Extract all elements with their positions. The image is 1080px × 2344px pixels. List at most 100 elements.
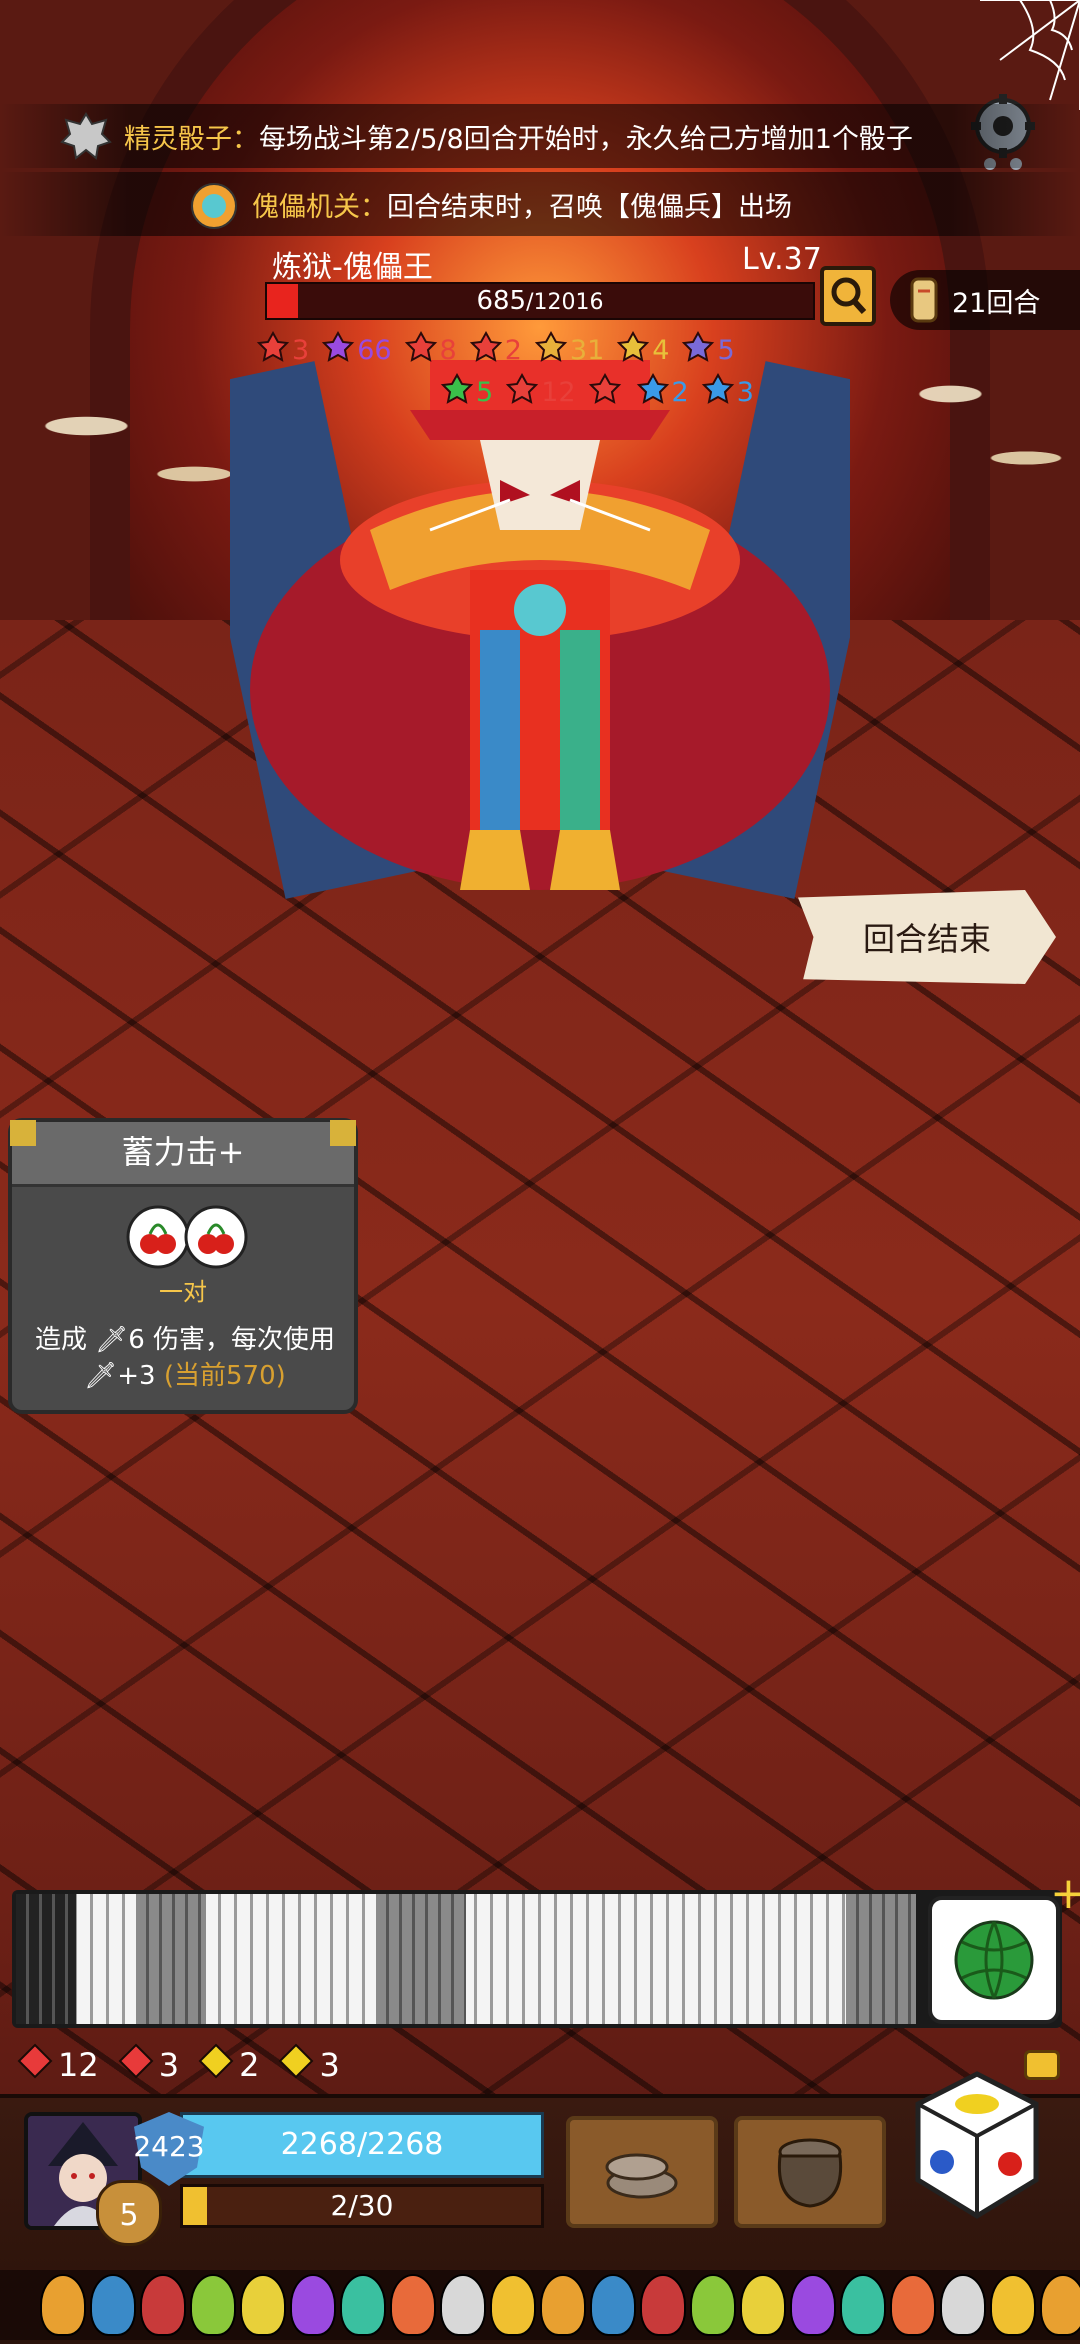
relic-icon[interactable] — [290, 2274, 336, 2336]
dice-stack[interactable] — [16, 1894, 916, 2024]
add-dice-icon[interactable]: + — [1050, 1872, 1080, 1916]
relic-icon[interactable] — [690, 2274, 736, 2336]
relic-icon[interactable] — [90, 2274, 136, 2336]
skill-desc-prefix: 造成 — [34, 1325, 87, 1355]
dice-deck-track — [12, 1890, 1062, 2028]
disabled-dice — [846, 1894, 916, 2024]
weak-icon — [616, 330, 652, 371]
status-value: 2 — [671, 377, 689, 408]
gold-bag-icon: 5 — [96, 2180, 162, 2246]
player-stat-value: 3 — [319, 2046, 340, 2084]
player-stat[interactable]: 12 — [16, 2042, 99, 2088]
puppet-king-boss[interactable] — [177, 330, 903, 940]
status-value: 3 — [292, 335, 310, 366]
spiral-icon — [440, 372, 476, 413]
boss-status-row-2: 5 12 2 3 — [440, 372, 766, 413]
relic-banner-puppet-mechanism: 傀儡机关： 回合结束时，召唤【傀儡兵】出场 — [0, 172, 1080, 236]
status-value: 3 — [736, 377, 754, 408]
relic-icon[interactable] — [740, 2274, 786, 2336]
relic-icon[interactable] — [190, 2274, 236, 2336]
relic-icon[interactable] — [890, 2274, 936, 2336]
coin-icon — [534, 330, 570, 371]
shield-heart-icon — [117, 2042, 159, 2088]
attack-icon — [16, 2042, 58, 2088]
boss-status[interactable]: 2 — [469, 330, 522, 371]
watermelon-icon — [954, 1920, 1034, 2000]
inspect-magnifier-icon[interactable] — [820, 266, 876, 326]
item-slot-pot[interactable] — [734, 2116, 886, 2228]
status-value: 2 — [504, 335, 522, 366]
skill-current: (当前570) — [163, 1361, 286, 1391]
player-stat[interactable]: 3 — [117, 2042, 179, 2088]
puppet-mechanism-icon — [186, 176, 242, 232]
scroll-icon — [910, 277, 938, 323]
fire-icon — [505, 372, 541, 413]
relic-icon[interactable] — [590, 2274, 636, 2336]
treasure-pot-icon — [777, 2138, 843, 2208]
item-slot-coins[interactable] — [566, 2116, 718, 2228]
boss-status[interactable]: 12 — [505, 372, 576, 413]
end-turn-button[interactable]: 回合结束 — [798, 890, 1056, 984]
skill-increment: +3 — [117, 1361, 156, 1391]
relic-icon[interactable] — [490, 2274, 536, 2336]
boss-status[interactable]: 3 — [701, 372, 754, 413]
status-value: 4 — [652, 335, 670, 366]
boss-status[interactable]: 5 — [440, 372, 493, 413]
relic-icon[interactable] — [540, 2274, 586, 2336]
poison-icon — [321, 330, 357, 371]
frost-skull-icon — [636, 372, 672, 413]
player-stat-value: 3 — [158, 2046, 180, 2084]
relic-icon[interactable] — [1040, 2274, 1080, 2336]
relic-inventory-bar[interactable] — [0, 2270, 1080, 2340]
boss-status[interactable]: 2 — [636, 372, 689, 413]
boss-status[interactable]: 8 — [404, 330, 457, 371]
boss-status[interactable]: 31 — [534, 330, 604, 371]
spirit-dice-icon — [58, 108, 114, 164]
boss-status[interactable]: 4 — [616, 330, 669, 371]
boss-status-row-1: 3 66 8 2 31 4 5 — [256, 330, 747, 371]
status-value: 5 — [476, 377, 494, 408]
boss-status[interactable]: 3 — [256, 330, 309, 371]
player-xp-text: 2/30 — [330, 2189, 394, 2222]
relic-icon[interactable] — [40, 2274, 86, 2336]
player-hp-text: 2268/2268 — [280, 2127, 444, 2162]
boss-status[interactable]: 5 — [681, 330, 735, 371]
boss-status[interactable] — [588, 372, 624, 413]
used-dice — [16, 1894, 76, 2024]
skill-damage: 6 伤害，每次使用 — [128, 1325, 336, 1355]
relic-icon[interactable] — [440, 2274, 486, 2336]
skill-description: 造成 🗡6 伤害，每次使用 🗡+3 (当前570) — [22, 1322, 348, 1394]
roll-dice-button[interactable] — [912, 2070, 1042, 2220]
boss-status[interactable]: 66 — [321, 330, 392, 371]
relic-icon[interactable] — [990, 2274, 1036, 2336]
relic-icon[interactable] — [340, 2274, 386, 2336]
status-value: 66 — [357, 335, 392, 366]
boss-level: Lv.37 — [742, 242, 822, 277]
player-stat[interactable]: 2 — [197, 2042, 259, 2088]
relic-icon[interactable] — [240, 2274, 286, 2336]
relic-icon[interactable] — [140, 2274, 186, 2336]
banner-label: 傀儡机关： — [252, 191, 387, 223]
relic-icon[interactable] — [840, 2274, 886, 2336]
skill-title: 蓄力击+ — [12, 1122, 354, 1187]
sword-icon: 🗡 — [84, 1361, 118, 1391]
banner-text: 每场战斗第2/5/8回合开始时，永久给己方增加1个骰子 — [259, 123, 913, 155]
status-value: 12 — [541, 377, 576, 408]
relic-icon[interactable] — [940, 2274, 986, 2336]
player-stat-value: 12 — [58, 2046, 99, 2084]
relic-icon[interactable] — [790, 2274, 836, 2336]
current-die[interactable] — [928, 1896, 1060, 2024]
skill-condition: 一对 — [159, 1278, 207, 1306]
player-hp-bar: 2268/2268 — [180, 2112, 544, 2178]
boss-hp-bar: 685/12016 — [265, 282, 815, 320]
disabled-dice — [376, 1894, 466, 2024]
skull-icon — [681, 330, 717, 371]
relic-icon[interactable] — [390, 2274, 436, 2336]
relic-icon[interactable] — [640, 2274, 686, 2336]
relic-banner-spirit-dice: 精灵骰子： 每场战斗第2/5/8回合开始时，永久给己方增加1个骰子 — [0, 104, 1080, 168]
banner-text: 回合结束时，召唤【傀儡兵】出场 — [387, 191, 792, 223]
bleed-icon — [404, 330, 440, 371]
player-stat[interactable]: 3 — [277, 2042, 340, 2088]
skill-card[interactable]: 蓄力击+ 一对 造成 🗡6 伤害，每次使用 🗡+3 (当前570) — [8, 1118, 358, 1414]
boss-hp-text: 685/12016 — [267, 284, 813, 318]
